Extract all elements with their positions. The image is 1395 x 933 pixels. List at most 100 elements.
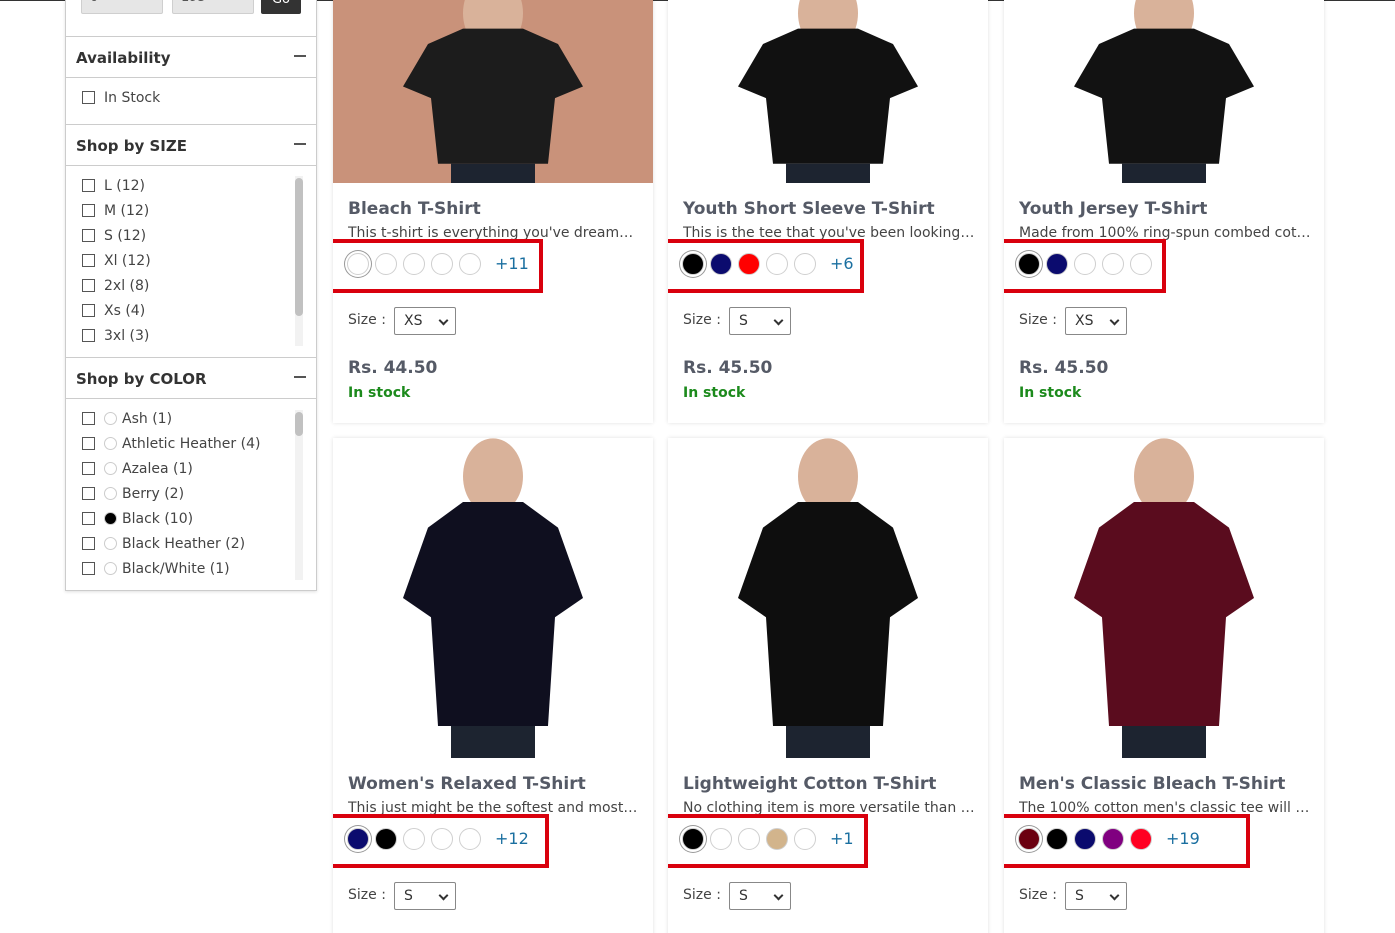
tshirt-photo-icon[interactable] [668,0,988,183]
color-swatch[interactable] [459,828,481,850]
checkbox[interactable] [82,254,95,267]
availability-option[interactable]: In Stock [82,90,160,108]
size-select[interactable]: S [729,307,791,335]
checkbox[interactable] [82,204,95,217]
more-colors-link[interactable]: +1 [830,829,854,848]
checkbox[interactable] [82,229,95,242]
color-swatch[interactable] [375,253,397,275]
size-select[interactable]: XS [1065,307,1127,335]
color-swatch[interactable] [1102,253,1124,275]
color-swatch[interactable] [738,253,760,275]
checkbox[interactable] [82,279,95,292]
color-swatch[interactable] [1046,253,1068,275]
size-option[interactable]: 2xl (8) [82,278,149,296]
color-swatch[interactable] [682,828,704,850]
color-option[interactable]: Athletic Heather (4) [82,436,260,454]
size-option[interactable]: L (12) [82,178,145,196]
size-option[interactable]: Xs (4) [82,303,145,321]
size-option[interactable]: S (12) [82,228,146,246]
color-swatch[interactable] [766,253,788,275]
color-swatch[interactable] [375,828,397,850]
scrollbar-thumb[interactable] [295,178,303,316]
color-swatch[interactable] [1018,253,1040,275]
product-card[interactable]: Men's Classic Bleach T-Shirt The 100% cot… [1004,438,1324,933]
checkbox[interactable] [82,487,95,500]
checkbox[interactable] [82,91,95,104]
more-colors-link[interactable]: +6 [830,254,854,273]
product-card[interactable]: Youth Jersey T-Shirt Made from 100% ring-… [1004,0,1324,423]
product-name[interactable]: Women's Relaxed T-Shirt [348,774,586,794]
color-swatch[interactable] [794,828,816,850]
checkbox[interactable] [82,437,95,450]
color-swatch[interactable] [1130,253,1152,275]
color-swatch[interactable] [403,253,425,275]
checkbox[interactable] [82,512,95,525]
tshirt-photo-icon[interactable] [333,0,653,183]
color-swatch[interactable] [1130,828,1152,850]
color-scrollbar[interactable] [295,410,303,580]
color-swatch[interactable] [431,828,453,850]
color-swatch[interactable] [347,828,369,850]
tshirt-photo-icon[interactable] [668,438,988,758]
scrollbar-thumb[interactable] [295,412,303,436]
product-name[interactable]: Lightweight Cotton T-Shirt [683,774,936,794]
product-name[interactable]: Youth Jersey T-Shirt [1019,199,1207,219]
color-swatch[interactable] [1018,828,1040,850]
checkbox[interactable] [82,412,95,425]
collapse-icon[interactable] [294,143,306,145]
color-option[interactable]: Ash (1) [82,411,172,429]
color-option[interactable]: Black Heather (2) [82,536,245,554]
size-select[interactable]: XS [394,307,456,335]
color-header[interactable]: Shop by COLOR [66,357,316,399]
color-swatch[interactable] [403,828,425,850]
color-swatch[interactable] [459,253,481,275]
price-min-select[interactable]: 0 ◇ [81,0,163,14]
product-name[interactable]: Bleach T-Shirt [348,199,481,219]
more-colors-link[interactable]: +11 [495,254,529,273]
more-colors-link[interactable]: +19 [1166,829,1200,848]
price-max-select[interactable]: 195 ◇ [172,0,254,14]
more-colors-link[interactable]: +12 [495,829,529,848]
size-option[interactable]: Xl (12) [82,253,151,271]
color-swatch[interactable] [1102,828,1124,850]
product-name[interactable]: Youth Short Sleeve T-Shirt [683,199,935,219]
price-go-button[interactable]: Go [261,0,301,14]
size-select[interactable]: S [394,882,456,910]
availability-header[interactable]: Availability [66,36,316,78]
size-header[interactable]: Shop by SIZE [66,124,316,166]
product-card[interactable]: Bleach T-Shirt This t-shirt is everything… [333,0,653,423]
product-card[interactable]: Lightweight Cotton T-Shirt No clothing it… [668,438,988,933]
color-swatch[interactable] [431,253,453,275]
color-option[interactable]: Azalea (1) [82,461,193,479]
size-option[interactable]: M (12) [82,203,149,221]
color-swatch[interactable] [766,828,788,850]
size-select[interactable]: S [1065,882,1127,910]
checkbox[interactable] [82,179,95,192]
collapse-icon[interactable] [294,376,306,378]
checkbox[interactable] [82,537,95,550]
checkbox[interactable] [82,562,95,575]
color-swatch[interactable] [794,253,816,275]
color-swatch[interactable] [682,253,704,275]
color-swatch[interactable] [738,828,760,850]
color-swatch[interactable] [1074,253,1096,275]
color-swatch[interactable] [1074,828,1096,850]
checkbox[interactable] [82,462,95,475]
tshirt-photo-icon[interactable] [1004,0,1324,183]
size-scrollbar[interactable] [295,176,303,346]
color-option[interactable]: Black/White (1) [82,561,230,579]
size-option[interactable]: 3xl (3) [82,328,149,346]
color-option[interactable]: Berry (2) [82,486,184,504]
color-swatch[interactable] [710,253,732,275]
product-card[interactable]: Women's Relaxed T-Shirt This just might b… [333,438,653,933]
tshirt-photo-icon[interactable] [333,438,653,758]
product-card[interactable]: Youth Short Sleeve T-Shirt This is the te… [668,0,988,423]
product-name[interactable]: Men's Classic Bleach T-Shirt [1019,774,1285,794]
checkbox[interactable] [82,304,95,317]
checkbox[interactable] [82,329,95,342]
collapse-icon[interactable] [294,55,306,57]
color-swatch[interactable] [1046,828,1068,850]
color-swatch[interactable] [347,253,369,275]
tshirt-photo-icon[interactable] [1004,438,1324,758]
size-select[interactable]: S [729,882,791,910]
